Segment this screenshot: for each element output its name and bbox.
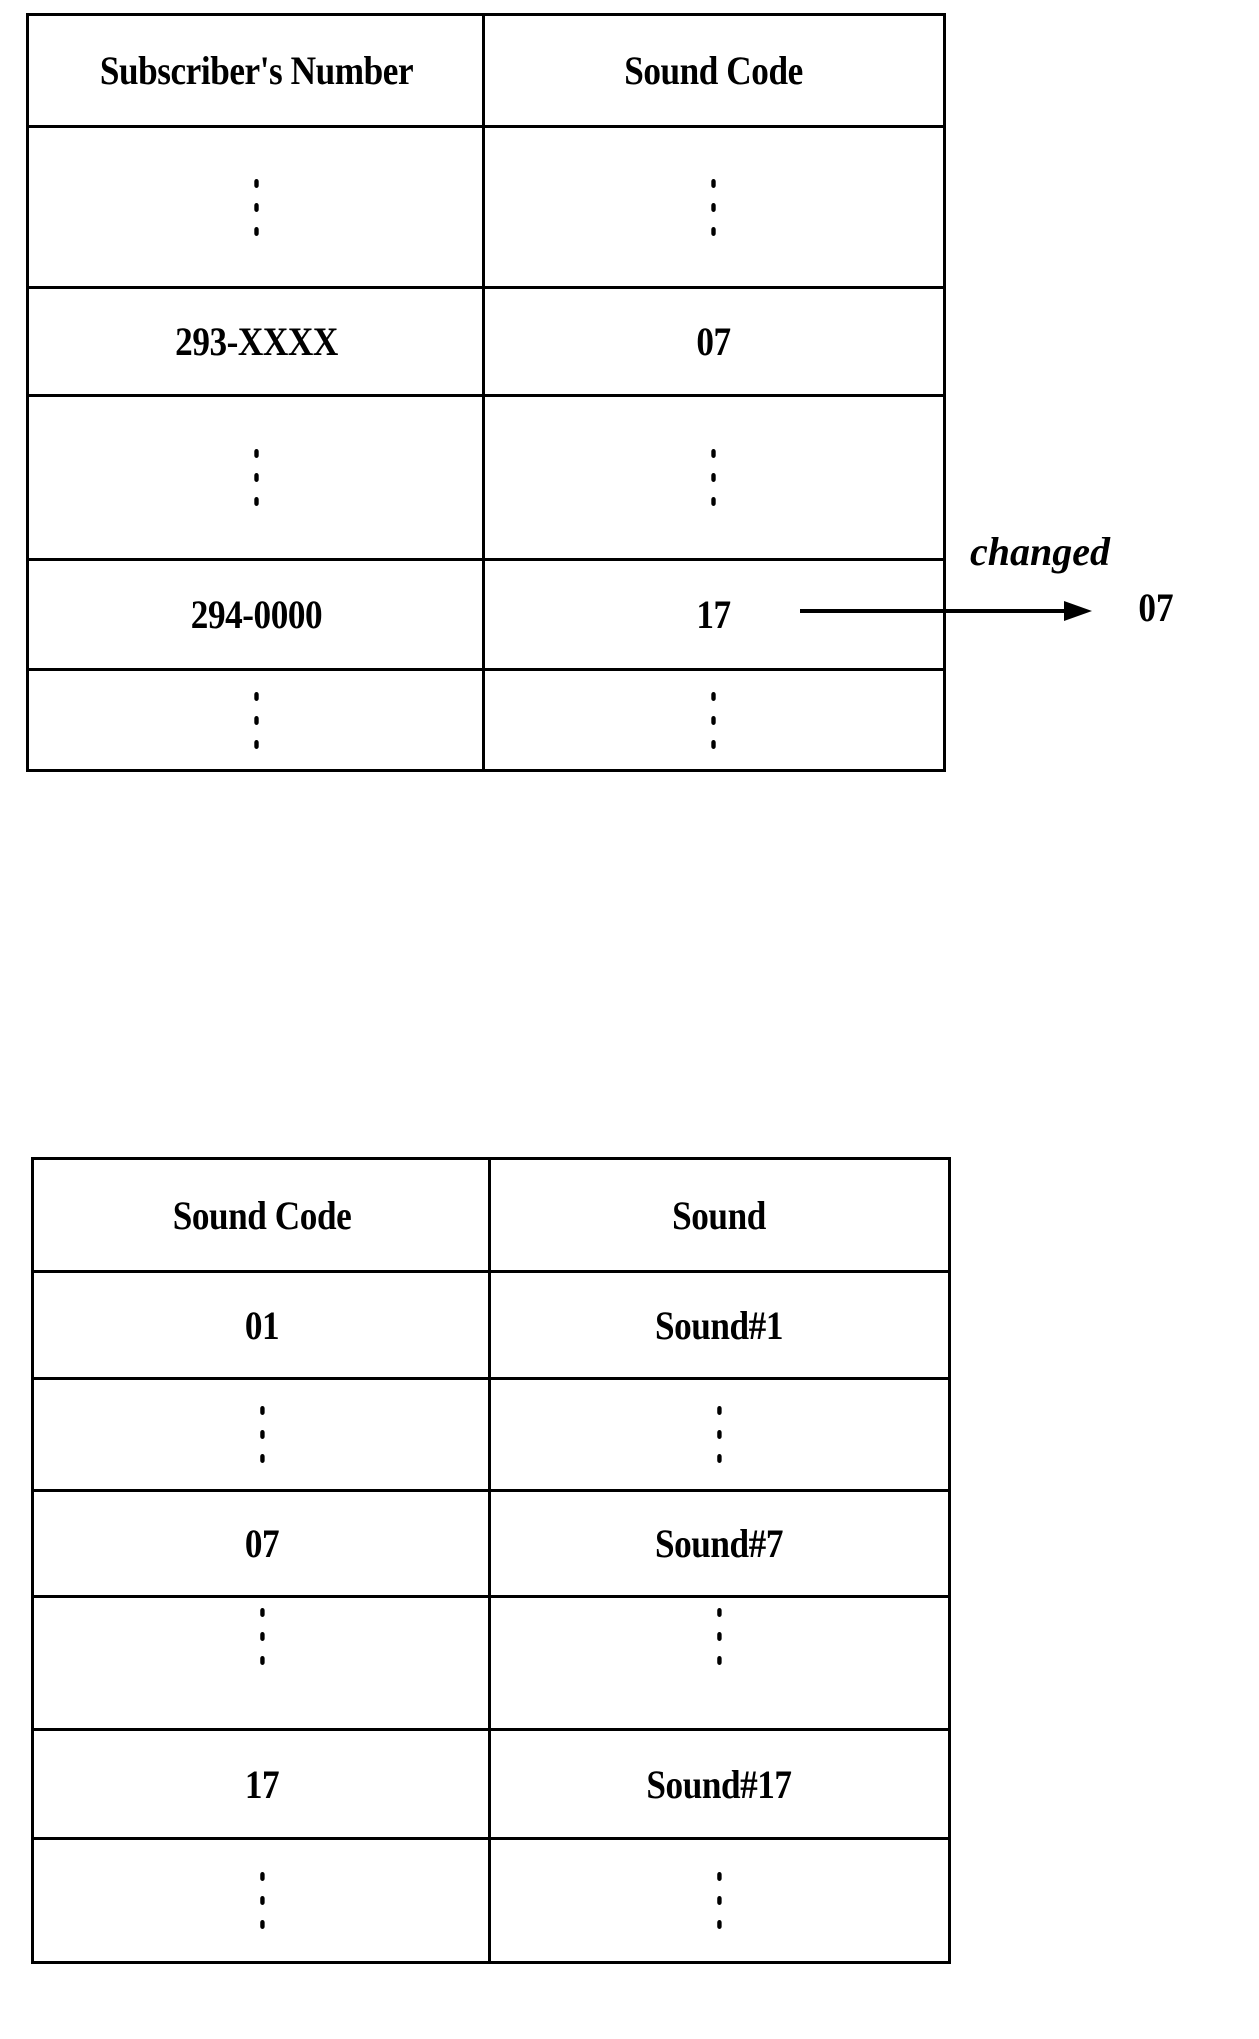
header-sound-code: Sound Code [624,48,803,93]
table-row: 07 Sound#7 [34,1489,948,1595]
sound-cell: Sound#7 [654,1521,784,1566]
sound-code-cell: 07 [244,1521,280,1566]
table-header-row: Sound Code Sound [34,1160,948,1270]
table-row [34,1837,948,1961]
sound-code-cell: 17 [244,1761,280,1807]
table-row: 01 Sound#1 [34,1270,948,1377]
ellipsis-icon [512,671,916,769]
sound-cell: Sound#1 [654,1302,784,1348]
header-sound: Sound [672,1192,766,1238]
table-row [29,668,943,769]
table-row [34,1377,948,1489]
changed-to-value: 07 [1138,585,1174,630]
table-row: 17 Sound#17 [34,1728,948,1837]
sound-code-cell: 07 [696,319,731,364]
ellipsis-icon [512,397,916,558]
ellipsis-icon [56,397,456,558]
table-row: 293-XXXX 07 [29,286,943,394]
table-row [29,125,943,286]
ellipsis-icon [517,1380,920,1489]
subscriber-number-cell: 294-0000 [190,592,323,637]
subscriber-sound-code-table: Subscriber's Number Sound Code 293-XXXX … [26,13,946,772]
ellipsis-icon [61,1598,462,1728]
table-row [29,394,943,558]
subscriber-number-cell: 293-XXXX [175,319,338,364]
changed-label: changed [970,529,1110,574]
ellipsis-icon [56,671,456,769]
header-subscriber-number: Subscriber's Number [99,48,414,93]
ellipsis-icon [61,1840,462,1961]
header-sound-code: Sound Code [172,1192,352,1238]
ellipsis-icon [517,1598,920,1728]
sound-code-table: Sound Code Sound 01 Sound#1 07 Sound#7 1… [31,1157,951,1964]
ellipsis-icon [56,128,456,286]
sound-code-cell: 01 [244,1302,280,1348]
ellipsis-icon [61,1380,462,1489]
table-row [34,1595,948,1728]
sound-cell: Sound#17 [646,1761,792,1807]
ellipsis-icon [517,1840,920,1961]
table-header-row: Subscriber's Number Sound Code [29,16,943,125]
ellipsis-icon [512,128,916,286]
right-arrow-icon [800,601,1092,621]
